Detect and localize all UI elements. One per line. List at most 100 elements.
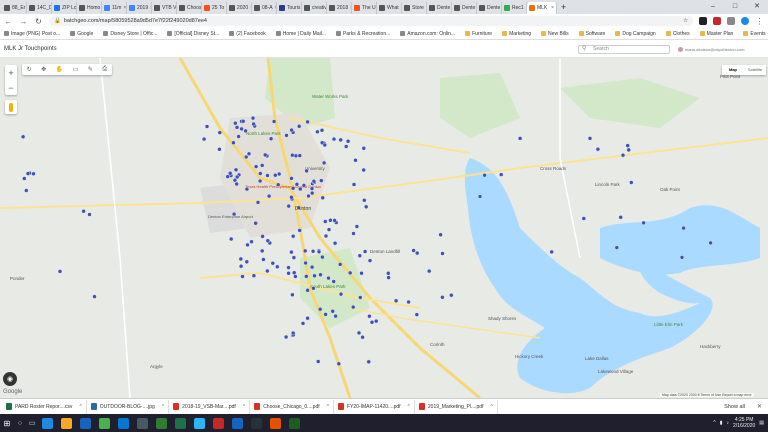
- map-marker[interactable]: [258, 171, 263, 176]
- map-marker[interactable]: [440, 295, 445, 300]
- clock[interactable]: 4:25 PM 2/16/2020: [733, 417, 755, 429]
- tab[interactable]: Dente×: [452, 2, 477, 14]
- map-marker[interactable]: [351, 304, 356, 310]
- chevron-up-icon[interactable]: ^: [327, 404, 329, 410]
- map-marker[interactable]: [244, 259, 250, 265]
- map-marker[interactable]: [276, 182, 281, 187]
- map-marker[interactable]: [273, 172, 278, 178]
- outlook-icon[interactable]: [118, 417, 129, 429]
- map-type-satellite-button[interactable]: Satellite: [744, 65, 766, 75]
- extension-icon[interactable]: [699, 17, 707, 25]
- start-button[interactable]: ⊞: [0, 414, 14, 432]
- map-marker[interactable]: [440, 251, 445, 256]
- map-marker[interactable]: [517, 136, 523, 141]
- map-marker[interactable]: [265, 173, 270, 178]
- map-marker[interactable]: [239, 126, 244, 132]
- chevron-up-icon[interactable]: ^: [713, 420, 715, 426]
- map-marker[interactable]: [626, 147, 631, 153]
- map-marker[interactable]: [275, 264, 280, 270]
- map-marker[interactable]: [225, 174, 230, 179]
- map-marker[interactable]: [679, 255, 685, 260]
- map-marker[interactable]: [305, 119, 310, 125]
- forward-button[interactable]: →: [19, 17, 28, 26]
- chevron-up-icon[interactable]: ^: [408, 404, 410, 410]
- map-marker[interactable]: [319, 178, 324, 183]
- map-marker[interactable]: [234, 181, 239, 187]
- star-icon[interactable]: ☆: [683, 18, 688, 24]
- map-marker[interactable]: [298, 186, 303, 192]
- tab[interactable]: Homo×: [77, 2, 102, 14]
- map-marker[interactable]: [331, 136, 337, 142]
- map-marker[interactable]: [414, 312, 419, 317]
- map-marker[interactable]: [319, 128, 325, 133]
- ie-icon[interactable]: [42, 417, 53, 429]
- map-marker[interactable]: [251, 273, 257, 278]
- profile-avatar[interactable]: [741, 17, 749, 25]
- map-marker[interactable]: [261, 257, 266, 262]
- close-window-button[interactable]: ✕: [746, 0, 768, 14]
- map-marker[interactable]: [587, 136, 593, 141]
- map-marker[interactable]: [360, 335, 365, 340]
- map-marker[interactable]: [549, 249, 554, 255]
- map-marker[interactable]: [361, 167, 366, 173]
- bookmark-item[interactable]: (2) Facebook: [229, 31, 266, 37]
- tab-close-icon[interactable]: ×: [123, 5, 126, 11]
- folder-icon[interactable]: [61, 417, 72, 429]
- map-marker[interactable]: [233, 167, 239, 173]
- map-marker[interactable]: [238, 256, 244, 262]
- map-marker[interactable]: [369, 320, 375, 325]
- tab[interactable]: Dente×: [477, 2, 502, 14]
- task-view-icon[interactable]: ▭: [26, 419, 38, 427]
- map-marker[interactable]: [345, 139, 351, 144]
- map-marker[interactable]: [328, 218, 333, 223]
- map-marker[interactable]: [260, 248, 265, 254]
- map-marker[interactable]: [357, 253, 362, 258]
- tab[interactable]: 88_Er×: [2, 2, 27, 14]
- map-marker[interactable]: [297, 124, 302, 129]
- zoom-out-button[interactable]: −: [8, 83, 13, 93]
- tab[interactable]: VTB V×: [152, 2, 177, 14]
- map-marker[interactable]: [286, 203, 291, 209]
- tab[interactable]: The U×: [352, 2, 377, 14]
- map-marker[interactable]: [255, 200, 261, 205]
- bookmark-item[interactable]: Dog Campaign: [615, 31, 656, 37]
- address-bar[interactable]: 🔒 batchgeo.com/map/58059528a9d5d7e7f22f2…: [49, 16, 693, 26]
- map-marker[interactable]: [289, 127, 294, 133]
- network-icon[interactable]: ▮: [720, 420, 723, 426]
- map-marker[interactable]: [24, 188, 29, 193]
- map-marker[interactable]: [260, 163, 265, 168]
- map-marker[interactable]: [338, 262, 343, 267]
- map-marker[interactable]: [366, 359, 371, 364]
- map-marker[interactable]: [411, 248, 416, 253]
- map-marker[interactable]: [250, 115, 256, 121]
- map-marker[interactable]: [482, 172, 487, 178]
- map-marker[interactable]: [311, 179, 317, 184]
- map-marker[interactable]: [364, 204, 369, 210]
- photoshop-icon[interactable]: [232, 417, 243, 429]
- illustrator-icon[interactable]: [270, 417, 281, 429]
- map-marker[interactable]: [246, 151, 252, 157]
- map-marker[interactable]: [316, 249, 322, 255]
- map-marker[interactable]: [236, 134, 241, 139]
- taskbar-search-icon[interactable]: ○: [14, 420, 26, 427]
- map-marker[interactable]: [332, 218, 337, 223]
- map-marker[interactable]: [253, 164, 259, 169]
- map-marker[interactable]: [362, 198, 367, 203]
- map-marker[interactable]: [318, 272, 323, 278]
- mail-icon[interactable]: [156, 417, 167, 429]
- map-marker[interactable]: [344, 144, 349, 149]
- tab[interactable]: Choos×: [177, 2, 202, 14]
- tab[interactable]: ZIP Lo×: [52, 2, 77, 14]
- tab-close-icon[interactable]: ×: [551, 5, 554, 11]
- map-marker[interactable]: [320, 254, 325, 260]
- close-downloads-icon[interactable]: ✕: [751, 403, 768, 410]
- bookmark-item[interactable]: New Bills: [541, 31, 569, 37]
- map-marker[interactable]: [297, 228, 302, 233]
- map-marker[interactable]: [244, 186, 250, 192]
- tab[interactable]: Store×: [402, 2, 427, 14]
- map-marker[interactable]: [310, 190, 315, 196]
- map-marker[interactable]: [326, 227, 332, 232]
- map-marker[interactable]: [243, 128, 248, 134]
- map-marker[interactable]: [290, 186, 296, 191]
- tab[interactable]: What×: [377, 2, 402, 14]
